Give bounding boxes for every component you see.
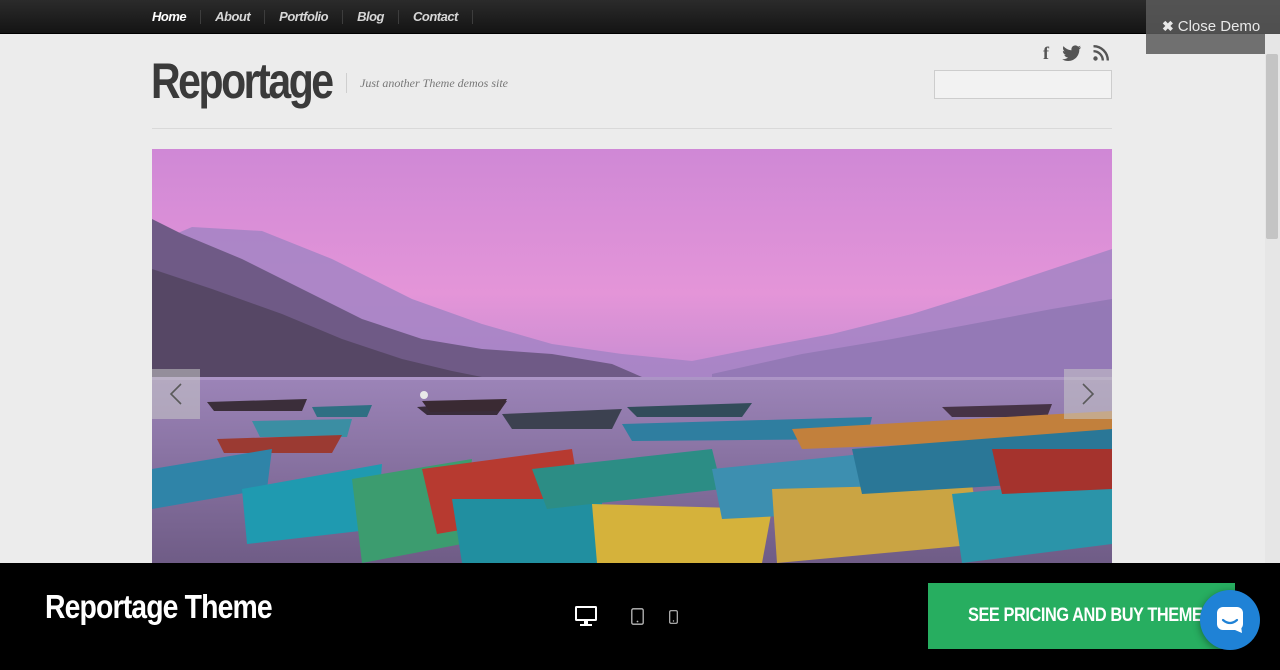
chat-launcher-button[interactable]: [1200, 590, 1260, 650]
slider-prev-button[interactable]: [152, 369, 200, 419]
slider-next-button[interactable]: [1064, 369, 1112, 419]
theme-name: Reportage Theme: [45, 588, 273, 625]
phone-icon[interactable]: [668, 609, 678, 624]
rss-icon[interactable]: [1092, 44, 1110, 62]
search-input[interactable]: [934, 70, 1112, 99]
top-navbar: Home About Portfolio Blog Contact: [0, 0, 1280, 34]
close-demo-button[interactable]: ✖ Close Demo: [1146, 0, 1280, 54]
nav-item-home[interactable]: Home: [152, 10, 202, 24]
nav-item-portfolio[interactable]: Portfolio: [265, 10, 344, 24]
nav-item-blog[interactable]: Blog: [343, 10, 399, 24]
desktop-icon[interactable]: [573, 604, 599, 628]
main-nav: Home About Portfolio Blog Contact: [152, 0, 473, 34]
nav-item-about[interactable]: About: [201, 10, 266, 24]
site-logo[interactable]: Reportage: [151, 52, 334, 110]
chevron-left-icon: [169, 383, 182, 405]
scrollbar-thumb[interactable]: [1266, 54, 1278, 239]
hero-slide-image: [152, 149, 1112, 563]
facebook-icon[interactable]: f: [1040, 43, 1052, 63]
twitter-icon[interactable]: [1061, 44, 1083, 62]
tagline-divider: [346, 73, 347, 93]
close-demo-label: Close Demo: [1177, 18, 1261, 35]
close-icon: ✖: [1162, 18, 1174, 34]
chevron-right-icon: [1082, 383, 1095, 405]
buy-theme-label: SEE PRICING AND BUY THEME: [968, 605, 1203, 626]
buy-theme-button[interactable]: SEE PRICING AND BUY THEME: [928, 583, 1235, 649]
header-divider: [152, 128, 1112, 129]
tablet-icon[interactable]: [630, 607, 644, 625]
nav-item-contact[interactable]: Contact: [399, 10, 473, 24]
site-tagline: Just another Theme demos site: [360, 76, 508, 90]
chat-icon: [1217, 607, 1243, 633]
